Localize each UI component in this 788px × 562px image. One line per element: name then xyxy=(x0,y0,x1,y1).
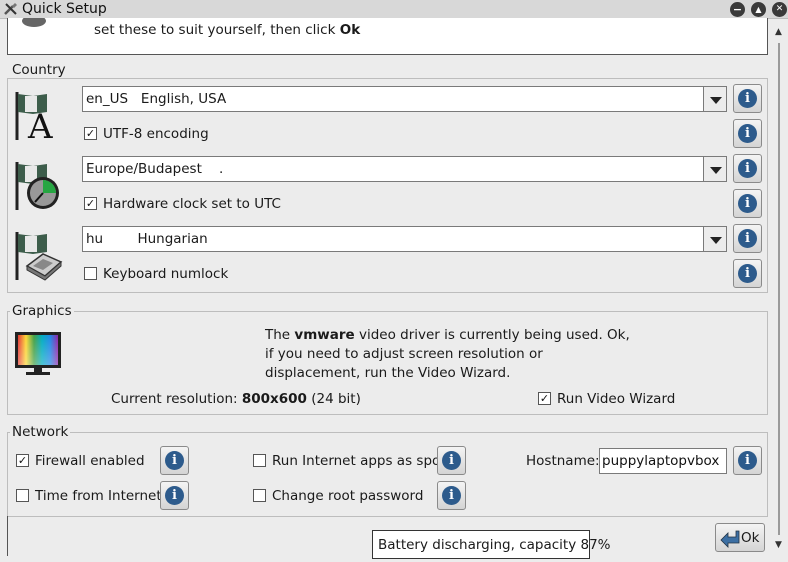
timezone-combo[interactable]: Europe/Budapest . xyxy=(82,156,727,182)
video-wizard-checkbox[interactable]: ✓ xyxy=(538,392,551,405)
utf8-label: UTF-8 encoding xyxy=(103,126,209,142)
info-icon: i xyxy=(738,194,757,213)
graphics-group-label: Graphics xyxy=(10,303,74,319)
timezone-info-button[interactable]: i xyxy=(733,154,762,183)
language-flag-icon: A xyxy=(15,92,53,142)
info-icon: i xyxy=(738,229,757,248)
intro-box: set these to suit yourself, then click O… xyxy=(7,18,768,55)
keyboard-flag-icon xyxy=(15,232,63,281)
maximize-button[interactable]: ▲ xyxy=(751,2,766,17)
locale-combo[interactable]: en_US English, USA xyxy=(82,86,727,112)
scroll-track[interactable] xyxy=(778,43,780,535)
network-group xyxy=(7,432,768,517)
scroll-down-icon[interactable]: ▼ xyxy=(775,540,782,550)
hwclock-checkbox[interactable]: ✓ xyxy=(84,197,97,210)
spot-info-button[interactable]: i xyxy=(437,446,466,475)
ok-label: Ok xyxy=(741,530,760,546)
numlock-label: Keyboard numlock xyxy=(103,266,229,282)
spot-label: Run Internet apps as spot xyxy=(272,453,446,469)
network-group-label: Network xyxy=(10,424,71,440)
time-internet-checkbox[interactable] xyxy=(16,489,29,502)
chevron-down-icon[interactable] xyxy=(703,86,727,112)
keyboard-value: hu Hungarian xyxy=(86,231,208,247)
time-internet-label: Time from Internet xyxy=(35,488,162,504)
spot-checkbox[interactable] xyxy=(253,454,266,467)
graphics-text-line3: displacement, run the Video Wizard. xyxy=(265,365,511,381)
ok-button[interactable]: Ok xyxy=(715,523,765,552)
hwclock-info-button[interactable]: i xyxy=(733,189,762,218)
locale-info-button[interactable]: i xyxy=(733,84,762,113)
time-internet-info-button[interactable]: i xyxy=(160,481,189,510)
keyboard-info-button[interactable]: i xyxy=(733,224,762,253)
info-icon: i xyxy=(165,451,184,470)
numlock-checkbox[interactable] xyxy=(84,267,97,280)
info-icon: i xyxy=(738,451,757,470)
firewall-info-button[interactable]: i xyxy=(160,446,189,475)
info-icon: i xyxy=(442,451,461,470)
hostname-field[interactable] xyxy=(599,448,727,474)
minimize-button[interactable]: − xyxy=(730,2,745,17)
info-icon: i xyxy=(442,486,461,505)
svg-text:A: A xyxy=(27,107,53,142)
clock-flag-icon xyxy=(15,162,59,210)
numlock-info-button[interactable]: i xyxy=(733,259,762,288)
monitor-icon xyxy=(15,332,61,375)
root-password-label: Change root password xyxy=(272,488,424,504)
hwclock-label: Hardware clock set to UTC xyxy=(103,196,281,212)
scrollbar[interactable]: ▲ ▼ xyxy=(772,19,788,562)
firewall-label: Firewall enabled xyxy=(35,453,145,469)
intro-text: set these to suit yourself, then click O… xyxy=(94,22,361,38)
chevron-down-icon[interactable] xyxy=(703,156,727,182)
ok-arrow-icon xyxy=(720,530,740,548)
firewall-checkbox[interactable]: ✓ xyxy=(16,454,29,467)
intro-icon xyxy=(22,18,46,27)
info-icon: i xyxy=(738,89,757,108)
battery-tooltip-text: Battery discharging, capacity 87% xyxy=(378,537,611,553)
video-wizard-label: Run Video Wizard xyxy=(557,391,676,407)
info-icon: i xyxy=(738,264,757,283)
graphics-text-line2: if you need to adjust screen resolution … xyxy=(265,346,543,362)
root-password-checkbox[interactable] xyxy=(253,489,266,502)
close-button[interactable]: ✕ xyxy=(772,2,787,17)
chevron-down-icon[interactable] xyxy=(703,226,727,252)
hostname-info-button[interactable]: i xyxy=(733,446,762,475)
utf8-checkbox[interactable]: ✓ xyxy=(84,127,97,140)
scroll-up-icon[interactable]: ▲ xyxy=(775,27,782,37)
utf8-info-button[interactable]: i xyxy=(733,119,762,148)
root-password-info-button[interactable]: i xyxy=(437,481,466,510)
settings-icon xyxy=(4,3,17,15)
hostname-input[interactable] xyxy=(602,450,726,472)
country-group-label: Country xyxy=(10,62,68,78)
timezone-value: Europe/Budapest . xyxy=(86,161,224,177)
keyboard-combo[interactable]: hu Hungarian xyxy=(82,226,727,252)
graphics-text-line1: The vmware video driver is currently bei… xyxy=(265,327,630,343)
info-icon: i xyxy=(165,486,184,505)
battery-tooltip: Battery discharging, capacity 87% xyxy=(372,530,611,559)
locale-value: en_US English, USA xyxy=(86,91,227,107)
info-icon: i xyxy=(738,159,757,178)
info-icon: i xyxy=(738,124,757,143)
window-title: Quick Setup xyxy=(22,1,107,17)
frame-edge xyxy=(7,516,8,556)
title-bar: Quick Setup − ▲ ✕ xyxy=(0,0,788,19)
hostname-label: Hostname: xyxy=(526,453,600,469)
current-resolution: Current resolution: 800x600 (24 bit) xyxy=(111,391,361,407)
